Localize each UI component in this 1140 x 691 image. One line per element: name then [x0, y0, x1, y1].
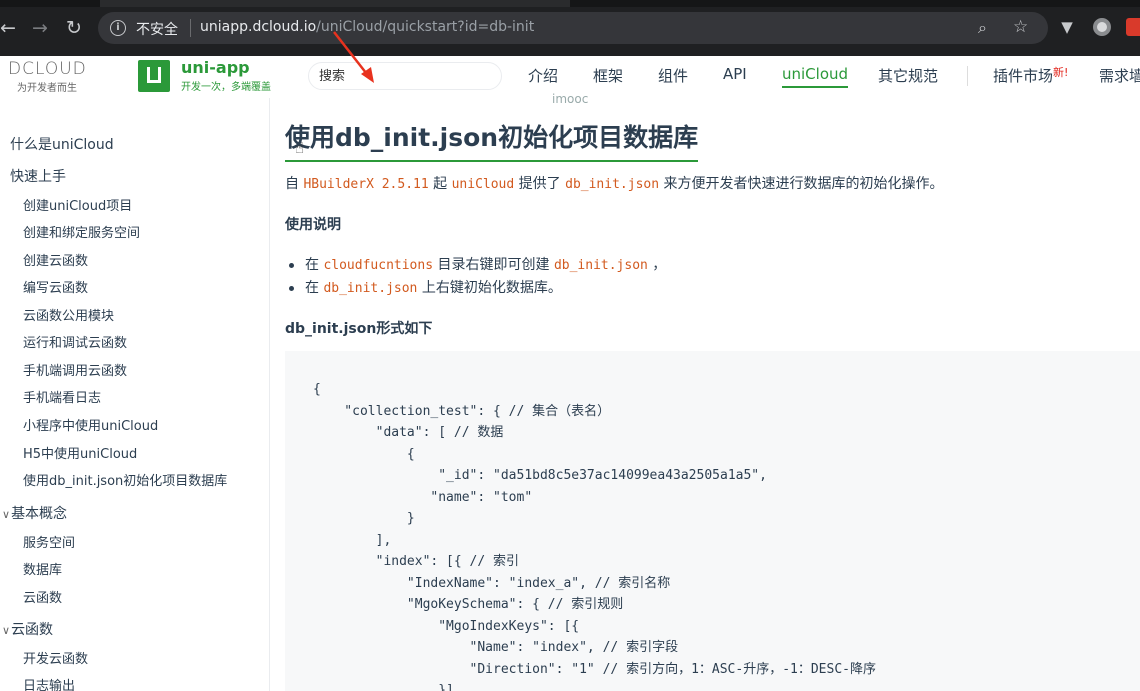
format-heading: db_init.json形式如下 [285, 321, 433, 337]
sidebar-item-what-is-unicloud[interactable]: 什么是uniCloud [10, 134, 114, 154]
uni-app-name: uni-app [181, 58, 250, 77]
sidebar-item-mobile-log[interactable]: 手机端看日志 [23, 387, 101, 406]
info-icon[interactable]: i [110, 20, 126, 36]
extension-icon[interactable] [1093, 18, 1111, 36]
list-text: 在 [305, 280, 324, 296]
back-icon[interactable]: ← [0, 14, 22, 42]
nav-unicloud[interactable]: uniCloud [782, 65, 849, 88]
chevron-down-icon: ∨ [2, 624, 11, 637]
sidebar-item-dev-function[interactable]: 开发云函数 [23, 648, 88, 667]
inline-code: db_init.json [565, 177, 660, 192]
list-text: 上右键初始化数据库。 [417, 280, 562, 296]
address-bar[interactable]: i 不安全 uniapp.dcloud.io/uniCloud/quicksta… [98, 12, 1048, 44]
intro-paragraph: 自 HBuilderX 2.5.11 起 uniCloud 提供了 db_ini… [285, 173, 944, 193]
search-input[interactable] [319, 67, 489, 85]
nav-plugin-market-label: 插件市场 [993, 67, 1054, 85]
extension-red-icon[interactable] [1126, 18, 1140, 36]
intro-text: 来方便开发者快速进行数据库的初始化操作。 [659, 176, 944, 192]
bookmark-star-icon[interactable]: ☆ [1013, 17, 1028, 37]
sidebar-item-quickstart[interactable]: 快速上手 [10, 166, 66, 186]
inline-code: HBuilderX 2.5.11 [303, 177, 429, 192]
inline-code: cloudfucntions [323, 258, 434, 273]
intro-text: 自 [285, 176, 304, 192]
intro-text: 提供了 [514, 176, 566, 192]
tab-strip [0, 0, 1140, 7]
sidebar-item-database[interactable]: 数据库 [23, 559, 62, 578]
dcloud-slogan: 为开发者而生 [17, 83, 77, 94]
sidebar-item-basic-concepts[interactable]: ∨基本概念 [2, 503, 67, 523]
nav-other-specs[interactable]: 其它规范 [878, 65, 938, 86]
nav-intro[interactable]: 介绍 [528, 65, 558, 86]
sidebar-item-service-space[interactable]: 服务空间 [23, 532, 75, 551]
uni-app-tagline: 开发一次，多端覆盖 [181, 82, 271, 93]
sidebar-item-cloud-functions-label: 云函数 [11, 622, 54, 638]
uni-app-logo-icon [138, 60, 170, 92]
sidebar-item-create-project[interactable]: 创建uniCloud项目 [23, 195, 132, 214]
security-label[interactable]: 不安全 [136, 19, 178, 39]
nav-api[interactable]: API [723, 65, 747, 83]
dcloud-logo[interactable]: DCLOUD 为开发者而生 [8, 59, 98, 94]
sidebar-item-db-init[interactable]: 使用db_init.json初始化项目数据库 [23, 470, 227, 489]
sidebar-item-log-output[interactable]: 日志输出 [23, 675, 75, 691]
list-text: ， [647, 257, 667, 273]
main-content: 使用db_init.json初始化项目数据库 ☝ 自 HBuilderX 2.5… [271, 98, 1140, 691]
forward-icon[interactable]: → [26, 14, 54, 42]
url-path[interactable]: /uniCloud/quickstart?id=db-init [316, 19, 534, 35]
sidebar-item-basic-concepts-label: 基本概念 [11, 506, 68, 522]
hand-cursor-icon: ☝ [295, 139, 305, 157]
dcloud-logo-mark: DCLOUD [8, 59, 87, 79]
list-item: 在 db_init.json 上右键初始化数据库。 [289, 277, 562, 297]
sidebar-item-h5[interactable]: H5中使用uniCloud [23, 443, 137, 462]
nav-plugin-market[interactable]: 插件市场新! [993, 65, 1068, 86]
url-host[interactable]: uniapp.dcloud.io [200, 19, 316, 35]
new-badge: 新! [1053, 66, 1069, 79]
sidebar-item-create-function[interactable]: 创建云函数 [23, 250, 88, 269]
sidebar-item-mobile-call[interactable]: 手机端调用云函数 [23, 360, 127, 379]
nav-framework[interactable]: 框架 [593, 65, 623, 86]
url-text[interactable]: uniapp.dcloud.io/uniCloud/quickstart?id=… [200, 19, 534, 35]
bullet-dot [289, 285, 294, 291]
sidebar-item-write-function[interactable]: 编写云函数 [23, 277, 88, 296]
sidebar: 什么是uniCloud 快速上手 创建uniCloud项目 创建和绑定服务空间 … [0, 98, 270, 691]
sidebar-item-cloud-functions-section[interactable]: ∨云函数 [2, 619, 53, 639]
sidebar-item-bind-space[interactable]: 创建和绑定服务空间 [23, 222, 140, 241]
nav-demand-wall[interactable]: 需求墙 [1099, 65, 1140, 86]
chevron-down-icon: ∨ [2, 508, 11, 521]
list-text: 目录右键即可创建 [433, 257, 554, 273]
inline-code: db_init.json [553, 258, 648, 273]
separator [190, 19, 191, 37]
sidebar-item-miniprogram[interactable]: 小程序中使用uniCloud [23, 415, 158, 434]
bullet-dot [289, 262, 294, 268]
list-item: 在 cloudfucntions 目录右键即可创建 db_init.json ， [289, 254, 666, 274]
nav-divider [967, 66, 968, 86]
browser-chrome: ← → ↻ i 不安全 uniapp.dcloud.io/uniCloud/qu… [0, 0, 1140, 56]
intro-text: 起 [428, 176, 452, 192]
sidebar-item-common-module[interactable]: 云函数公用模块 [23, 305, 114, 324]
inline-code: db_init.json [323, 281, 418, 296]
sidebar-item-cloud-function[interactable]: 云函数 [23, 587, 62, 606]
reload-icon[interactable]: ↻ [60, 14, 88, 42]
zoom-icon[interactable]: ⌕ [978, 18, 987, 38]
code-content[interactable]: { "collection_test": { // 集合（表名） "data":… [313, 379, 876, 691]
nav-components[interactable]: 组件 [658, 65, 688, 86]
search-box[interactable] [308, 62, 502, 90]
code-block[interactable]: { "collection_test": { // 集合（表名） "data":… [285, 351, 1140, 691]
inline-code: uniCloud [451, 177, 515, 192]
vue-devtools-icon[interactable]: ▼ [1058, 18, 1076, 36]
page-title: 使用db_init.json初始化项目数据库 [285, 118, 699, 162]
active-tab[interactable] [100, 0, 570, 7]
usage-heading: 使用说明 [285, 217, 341, 233]
sidebar-item-run-debug[interactable]: 运行和调试云函数 [23, 332, 127, 351]
list-text: 在 [305, 257, 324, 273]
